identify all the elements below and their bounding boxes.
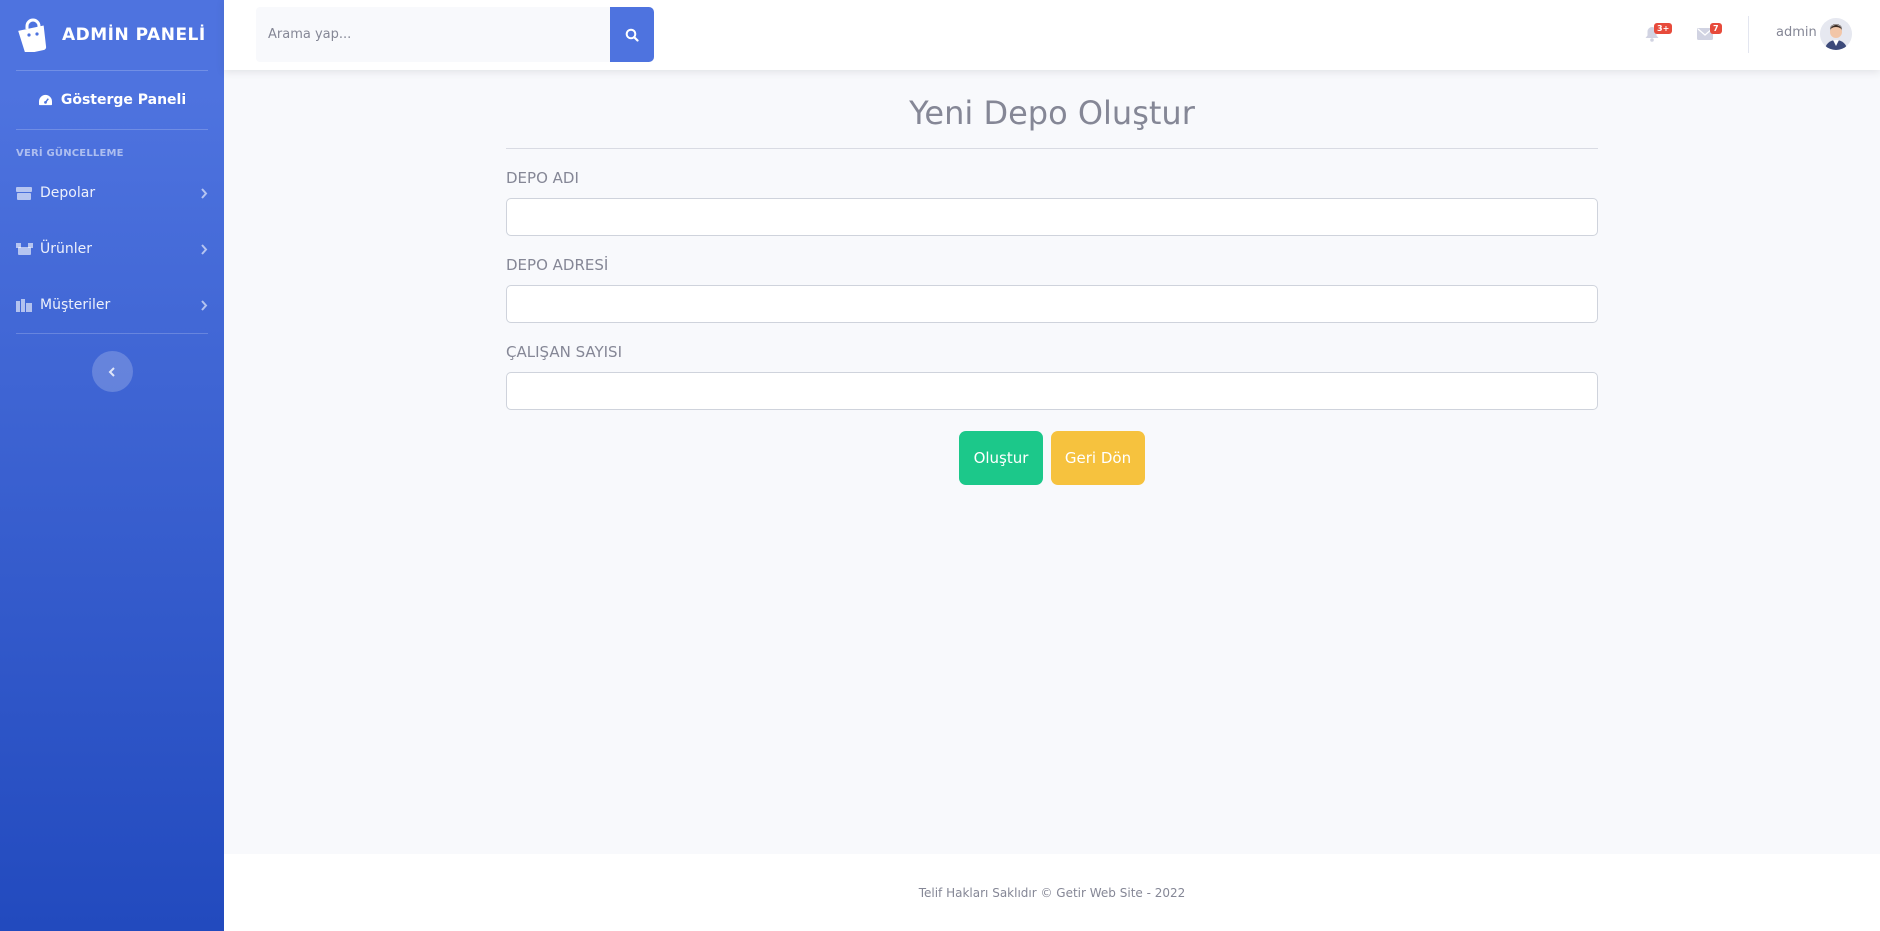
create-button[interactable]: Oluştur <box>959 431 1043 485</box>
employee-count-input[interactable] <box>506 372 1598 410</box>
sidebar-heading: VERİ GÜNCELLEME <box>16 148 124 159</box>
messages-button[interactable]: 7 <box>1697 23 1722 40</box>
sidebar-item-urunler[interactable]: Ürünler <box>0 221 224 277</box>
sidebar-item-label: Gösterge Paneli <box>60 92 187 108</box>
sidebar-item-label: Müşteriler <box>40 297 111 313</box>
main-content: Yeni Depo Oluştur DEPO ADI DEPO ADRESİ Ç… <box>224 70 1880 854</box>
sidebar-item-depolar[interactable]: Depolar <box>0 165 224 221</box>
search-input[interactable] <box>256 7 610 62</box>
sidebar-brand[interactable]: ADMİN PANELİ <box>0 0 224 70</box>
search-form <box>256 7 654 62</box>
tachometer-icon <box>38 94 53 107</box>
sidebar-item-label: Ürünler <box>40 241 93 257</box>
chevron-right-icon <box>200 299 208 311</box>
footer: Telif Hakları Saklıdır © Getir Web Site … <box>224 854 1880 931</box>
page-title: Yeni Depo Oluştur <box>909 94 1195 132</box>
copyright-text: Telif Hakları Saklıdır © Getir Web Site … <box>918 885 1186 900</box>
create-warehouse-form: Yeni Depo Oluştur DEPO ADI DEPO ADRESİ Ç… <box>506 70 1598 485</box>
users-icon <box>16 298 34 312</box>
warehouse-icon <box>16 186 34 200</box>
title-divider <box>506 148 1598 149</box>
warehouse-name-input[interactable] <box>506 198 1598 236</box>
chevron-left-icon <box>108 366 116 377</box>
sidebar-item-label: Depolar <box>40 185 96 201</box>
messages-badge: 7 <box>1710 23 1722 34</box>
alerts-button[interactable]: 3+ <box>1645 23 1673 42</box>
warehouse-address-label: DEPO ADRESİ <box>506 256 609 274</box>
sidebar-item-musteriler[interactable]: Müşteriler <box>0 277 224 333</box>
warehouse-name-label: DEPO ADI <box>506 169 579 187</box>
back-button[interactable]: Geri Dön <box>1051 431 1145 485</box>
chevron-right-icon <box>200 243 208 255</box>
shopping-bag-icon <box>16 18 50 52</box>
warehouse-address-input[interactable] <box>506 285 1598 323</box>
chevron-right-icon <box>200 187 208 199</box>
topbar-divider <box>1748 16 1749 53</box>
sidebar-divider <box>16 333 208 334</box>
employee-count-label: ÇALIŞAN SAYISI <box>506 343 622 361</box>
sidebar: ADMİN PANELİ Gösterge Paneli VERİ GÜNCEL… <box>0 0 224 931</box>
search-icon <box>625 28 639 42</box>
form-actions: Oluştur Geri Dön <box>506 431 1598 485</box>
sidebar-toggle-button[interactable] <box>91 351 133 392</box>
alerts-badge: 3+ <box>1654 23 1673 34</box>
user-name[interactable]: admin <box>1776 25 1817 40</box>
topbar: 3+ 7 admin <box>224 0 1880 70</box>
search-button[interactable] <box>610 7 654 62</box>
sidebar-item-dashboard[interactable]: Gösterge Paneli <box>0 71 224 129</box>
brand-title: ADMİN PANELİ <box>62 25 206 45</box>
avatar[interactable] <box>1820 18 1852 50</box>
boxes-icon <box>16 243 34 255</box>
